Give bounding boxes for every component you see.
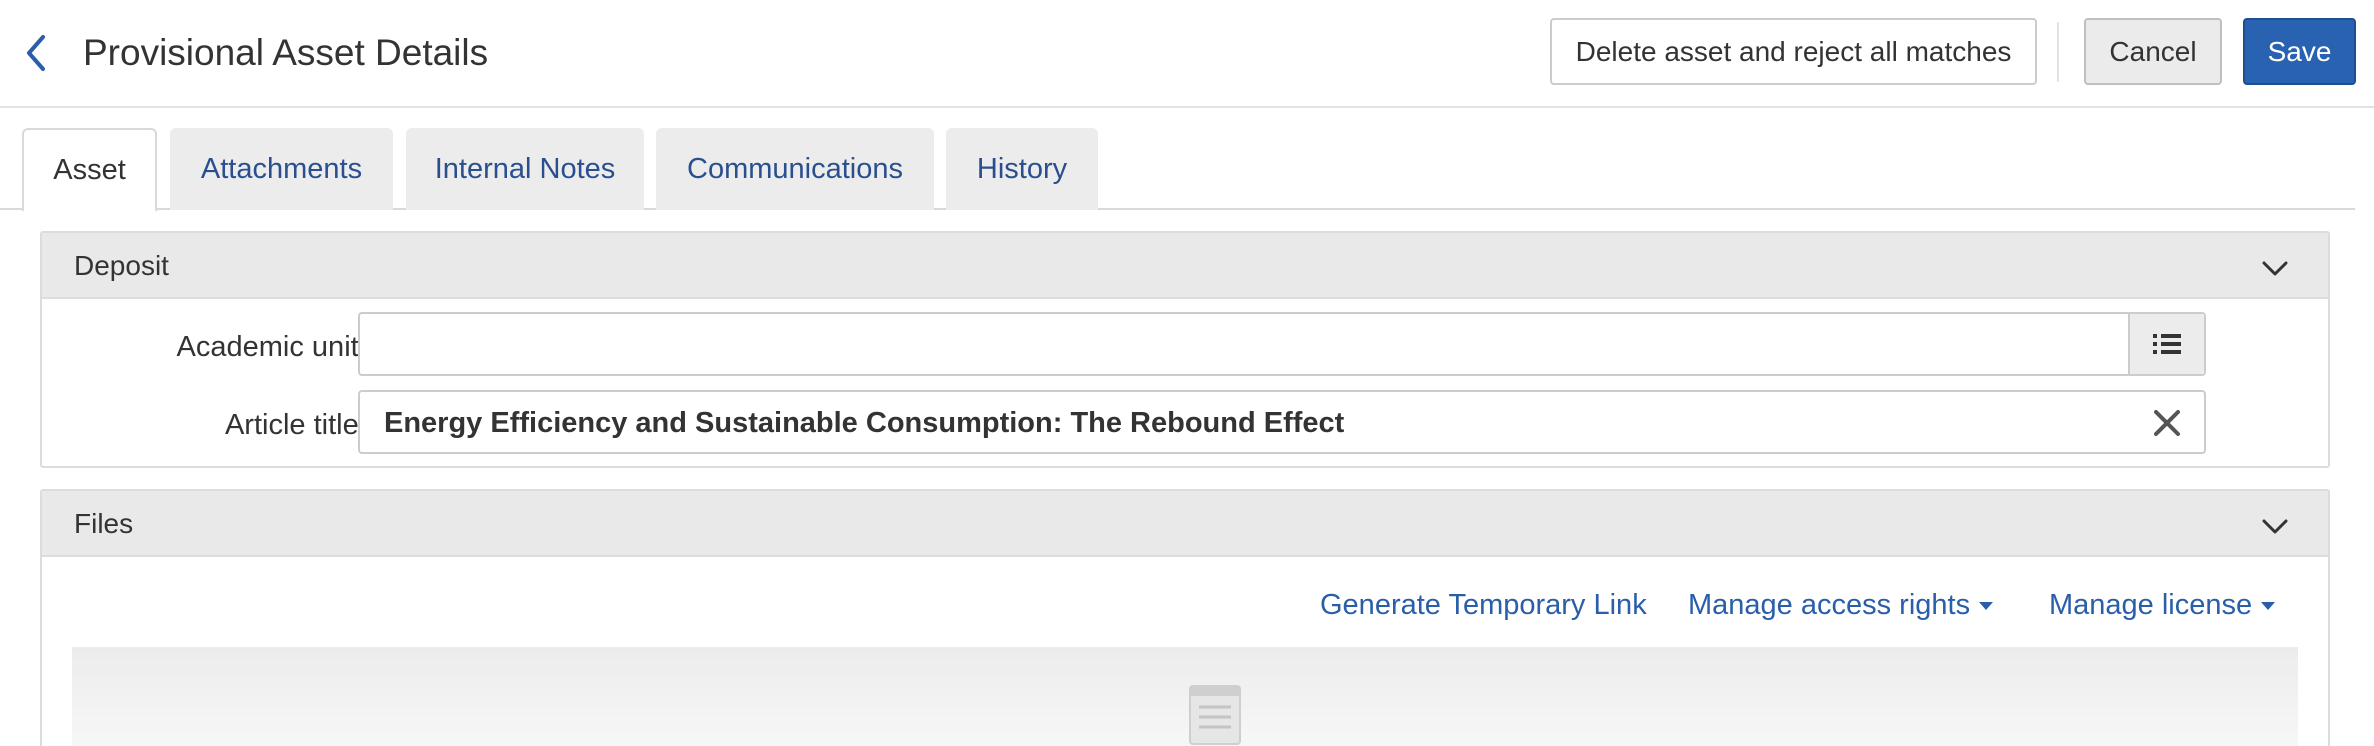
academic-unit-input[interactable]: [358, 312, 2206, 376]
academic-unit-picker-button[interactable]: [2128, 314, 2204, 374]
academic-unit-label-text: Academic unit: [176, 331, 359, 363]
back-button[interactable]: [18, 30, 54, 76]
tab-bar: Asset Attachments Internal Notes Communi…: [0, 108, 2355, 212]
caret-down-icon: [2261, 602, 2276, 611]
tab-history[interactable]: History: [946, 128, 1098, 210]
tab-internal-notes[interactable]: Internal Notes: [406, 128, 644, 210]
article-title-input[interactable]: Energy Efficiency and Sustainable Consum…: [358, 390, 2206, 454]
files-panel-title: Files: [74, 508, 134, 539]
generate-temporary-link[interactable]: Generate Temporary Link: [1320, 588, 1647, 622]
academic-unit-label: Academic unit*: [138, 330, 378, 364]
tab-communications[interactable]: Communications: [656, 128, 934, 210]
tab-asset[interactable]: Asset: [22, 128, 157, 212]
manage-license-label: Manage license: [2049, 589, 2253, 621]
files-panel-header[interactable]: Files: [42, 491, 2328, 557]
page-title: Provisional Asset Details: [83, 32, 489, 73]
header-divider: [2057, 22, 2059, 82]
deposit-panel-header[interactable]: Deposit: [42, 233, 2328, 299]
deposit-panel: Deposit Academic unit* Article title* En…: [40, 231, 2330, 468]
chevron-down-icon[interactable]: [2260, 511, 2290, 541]
cancel-button[interactable]: Cancel: [2084, 18, 2222, 85]
caret-down-icon: [1979, 602, 1994, 611]
clear-icon[interactable]: [2152, 408, 2182, 438]
manage-license-dropdown[interactable]: Manage license: [2049, 588, 2276, 622]
save-button[interactable]: Save: [2243, 18, 2356, 85]
delete-asset-button[interactable]: Delete asset and reject all matches: [1550, 18, 2037, 85]
document-list-icon: [1189, 685, 1241, 745]
chevron-left-icon: [27, 35, 45, 71]
list-icon: [2153, 334, 2181, 354]
article-title-label-text: Article title: [224, 409, 359, 441]
file-drop-area[interactable]: [72, 647, 2298, 746]
manage-access-rights-label: Manage access rights: [1688, 589, 1971, 621]
manage-access-rights-dropdown[interactable]: Manage access rights: [1688, 588, 1994, 622]
page-header: Provisional Asset Details Delete asset a…: [0, 0, 2374, 108]
chevron-down-icon[interactable]: [2260, 253, 2290, 283]
tab-attachments[interactable]: Attachments: [170, 128, 393, 210]
files-panel: Files Generate Temporary Link Manage acc…: [40, 489, 2330, 746]
deposit-panel-title: Deposit: [74, 250, 169, 281]
article-title-value: Energy Efficiency and Sustainable Consum…: [384, 407, 1345, 439]
article-title-label: Article title*: [138, 408, 378, 442]
